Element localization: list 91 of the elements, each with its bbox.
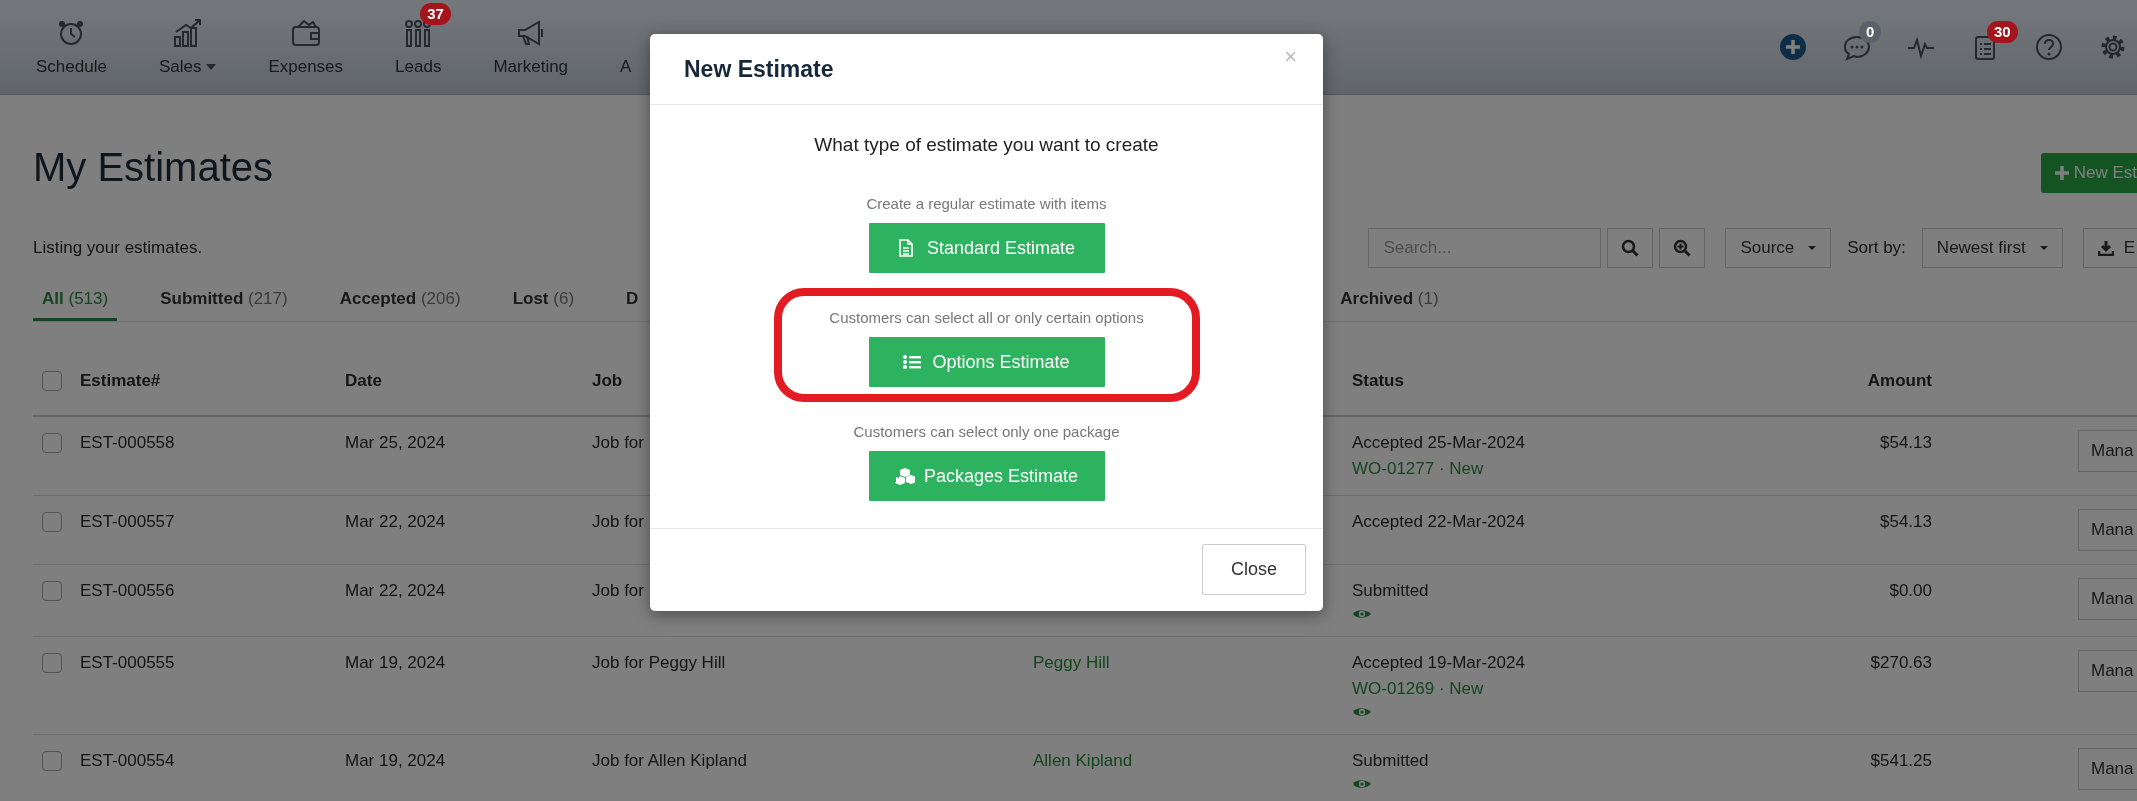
status-tab[interactable]: Submitted (217) — [151, 289, 297, 321]
status-text: Accepted 22-Mar-2024 — [1352, 511, 1525, 533]
advanced-search-button[interactable] — [1659, 228, 1706, 268]
modal-title: New Estimate — [684, 55, 834, 83]
table-cell-text: Job for — [592, 511, 644, 533]
status-tab[interactable]: Archived (1) — [1331, 289, 1448, 321]
table-cell-text: $54.13 — [1880, 432, 1932, 454]
modal-question: What type of estimate you want to create — [814, 134, 1159, 156]
status-text: Submitted — [1352, 750, 1429, 772]
table-cell-text: Job for Allen Kipland — [592, 750, 747, 772]
status-tab[interactable]: All (513) — [33, 289, 118, 321]
checkbox[interactable] — [42, 512, 62, 532]
nav-item[interactable]: Expenses — [242, 0, 370, 94]
status-text: Accepted 25-Mar-2024 — [1352, 432, 1525, 454]
option-description: Create a regular estimate with items — [866, 194, 1107, 214]
caret-icon — [2039, 246, 2048, 250]
chart-icon — [171, 17, 204, 49]
sort-label: Sort by: — [1847, 238, 1906, 258]
caret-icon — [1808, 246, 1817, 250]
table-cell-text: $270.63 — [1870, 652, 1932, 674]
nav-item[interactable]: Marketing — [467, 0, 595, 94]
table-cell-text: Mar 19, 2024 — [345, 652, 446, 674]
estimate-type-button[interactable]: Standard Estimate — [868, 223, 1105, 273]
checkbox[interactable] — [42, 751, 62, 771]
status-tab[interactable]: Lost (6) — [503, 289, 584, 321]
work-order-link[interactable]: WO-01269 · New — [1352, 676, 1484, 702]
checkbox[interactable] — [42, 371, 62, 391]
help-icon[interactable] — [2035, 33, 2063, 61]
customer-link[interactable]: Peggy Hill — [1033, 653, 1110, 672]
nav-item[interactable]: Schedule — [10, 0, 133, 94]
manage-button[interactable]: Mana — [2078, 748, 2137, 790]
column-header: Date — [345, 370, 382, 392]
customer-link[interactable]: Allen Kipland — [1033, 751, 1133, 770]
table-cell-text: EST-000555 — [80, 652, 175, 674]
nav-item[interactable]: Sales — [132, 0, 243, 94]
column-header: Job — [592, 370, 623, 392]
download-icon — [2097, 240, 2114, 256]
checkbox[interactable] — [42, 433, 62, 453]
plus-icon — [2054, 166, 2069, 180]
manage-button[interactable]: Mana — [2078, 430, 2137, 472]
table-cell-text: $0.00 — [1889, 580, 1932, 602]
add-icon[interactable] — [1779, 33, 1807, 61]
table-cell-text: $54.13 — [1880, 511, 1932, 533]
status-text: Accepted 19-Mar-2024 — [1352, 652, 1525, 674]
table-cell-text: EST-000557 — [80, 511, 175, 533]
zoom-in-icon — [1673, 239, 1692, 257]
table-cell-text: Mar 19, 2024 — [345, 750, 446, 772]
checkbox[interactable] — [42, 581, 62, 601]
table-cell-text: Mar 22, 2024 — [345, 580, 446, 602]
manage-button[interactable]: Mana — [2078, 509, 2137, 551]
table-cell-text: Job for — [592, 580, 644, 602]
close-button[interactable]: Close — [1202, 544, 1306, 595]
column-header: Estimate# — [80, 370, 161, 392]
column-header: Status — [1352, 370, 1404, 392]
page-title: My Estimates — [33, 144, 274, 190]
sort-dropdown[interactable]: Newest first — [1921, 228, 2063, 268]
estimate-type-button[interactable]: Packages Estimate — [868, 451, 1105, 501]
settings-icon[interactable] — [2099, 33, 2127, 61]
estimate-type-button[interactable]: Options Estimate — [868, 337, 1105, 387]
wallet-icon — [289, 17, 322, 49]
table-cell-text: EST-000554 — [80, 750, 175, 772]
status-tab[interactable]: Accepted (206) — [330, 289, 470, 321]
count-badge: 0 — [1859, 21, 1882, 43]
status-text: Submitted — [1352, 580, 1429, 602]
export-button[interactable]: E — [2082, 228, 2137, 268]
table-cell-text: Job for Peggy Hill — [592, 652, 726, 674]
caret-icon — [206, 64, 217, 70]
status-tab[interactable]: D — [617, 289, 648, 321]
page-subtitle: Listing your estimates. — [33, 238, 203, 258]
source-dropdown[interactable]: Source — [1725, 228, 1832, 268]
search-button[interactable] — [1607, 228, 1654, 268]
search-icon — [1621, 239, 1640, 257]
count-badge: 30 — [1987, 21, 2018, 43]
column-header: Amount — [1867, 370, 1932, 392]
work-order-link[interactable]: WO-01277 · New — [1352, 456, 1484, 482]
table-cell-text: Mar 22, 2024 — [345, 511, 446, 533]
table-cell-text: EST-000558 — [80, 432, 175, 454]
new-estimate-button[interactable]: New Est — [2040, 153, 2137, 193]
table-cell-text: $541.25 — [1870, 750, 1932, 772]
manage-button[interactable]: Mana — [2078, 578, 2137, 620]
list-icon — [903, 353, 924, 371]
checkbox[interactable] — [42, 653, 62, 673]
table-cell-text: Mar 25, 2024 — [345, 432, 446, 454]
table-cell-text: EST-000556 — [80, 580, 175, 602]
nav-item[interactable]: 37 Leads — [369, 0, 468, 94]
option-description: Customers can select only one package — [853, 422, 1120, 442]
option-description: Customers can select all or only certain options — [829, 308, 1144, 328]
count-badge: 37 — [420, 3, 451, 25]
manage-button[interactable]: Mana — [2078, 650, 2137, 692]
table-cell-text: Job for — [592, 432, 644, 454]
cubes-icon — [894, 467, 915, 485]
